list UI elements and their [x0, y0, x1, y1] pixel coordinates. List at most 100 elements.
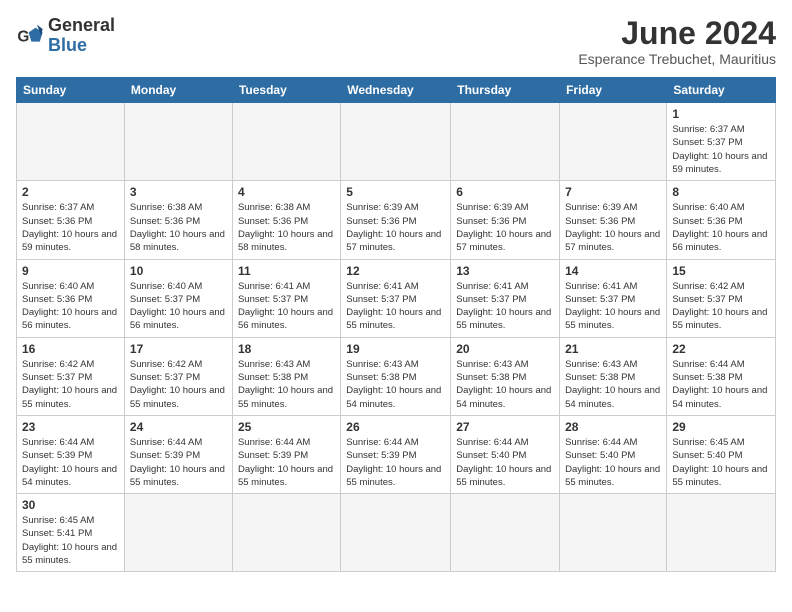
- svg-text:G: G: [17, 28, 29, 45]
- calendar-cell: 27 Sunrise: 6:44 AMSunset: 5:40 PMDayligh…: [451, 415, 560, 493]
- day-number: 29: [672, 420, 770, 434]
- calendar-cell: [560, 494, 667, 572]
- day-info: Sunrise: 6:43 AMSunset: 5:38 PMDaylight:…: [565, 358, 661, 411]
- day-number: 2: [22, 185, 119, 199]
- day-number: 26: [346, 420, 445, 434]
- day-info: Sunrise: 6:44 AMSunset: 5:40 PMDaylight:…: [456, 436, 554, 489]
- day-number: 16: [22, 342, 119, 356]
- calendar-cell: [232, 103, 340, 181]
- calendar-cell: 25 Sunrise: 6:44 AMSunset: 5:39 PMDayligh…: [232, 415, 340, 493]
- col-header-sunday: Sunday: [17, 78, 125, 103]
- calendar-cell: 15Sunrise: 6:42 AMSunset: 5:37 PMDayligh…: [667, 259, 776, 337]
- day-info: Sunrise: 6:44 AMSunset: 5:39 PMDaylight:…: [22, 436, 119, 489]
- day-number: 9: [22, 264, 119, 278]
- logo-icon: G: [16, 22, 44, 50]
- day-info: Sunrise: 6:44 AMSunset: 5:39 PMDaylight:…: [346, 436, 445, 489]
- calendar-cell: 28 Sunrise: 6:44 AMSunset: 5:40 PMDayligh…: [560, 415, 667, 493]
- calendar-cell: 16 Sunrise: 6:42 AMSunset: 5:37 PMDayligh…: [17, 337, 125, 415]
- calendar-cell: 14 Sunrise: 6:41 AMSunset: 5:37 PMDayligh…: [560, 259, 667, 337]
- day-info: Sunrise: 6:44 AMSunset: 5:38 PMDaylight:…: [672, 358, 770, 411]
- day-info: Sunrise: 6:37 AMSunset: 5:36 PMDaylight:…: [22, 201, 119, 254]
- day-info: Sunrise: 6:40 AMSunset: 5:36 PMDaylight:…: [672, 201, 770, 254]
- day-number: 18: [238, 342, 335, 356]
- col-header-wednesday: Wednesday: [341, 78, 451, 103]
- day-number: 19: [346, 342, 445, 356]
- calendar-cell: 19 Sunrise: 6:43 AMSunset: 5:38 PMDayligh…: [341, 337, 451, 415]
- calendar-cell: 12 Sunrise: 6:41 AMSunset: 5:37 PMDayligh…: [341, 259, 451, 337]
- day-number: 15: [672, 264, 770, 278]
- calendar-cell: 2 Sunrise: 6:37 AMSunset: 5:36 PMDaylight…: [17, 181, 125, 259]
- day-info: Sunrise: 6:41 AMSunset: 5:37 PMDaylight:…: [346, 280, 445, 333]
- day-info: Sunrise: 6:41 AMSunset: 5:37 PMDaylight:…: [565, 280, 661, 333]
- day-info: Sunrise: 6:44 AMSunset: 5:39 PMDaylight:…: [130, 436, 227, 489]
- calendar-cell: 9Sunrise: 6:40 AMSunset: 5:36 PMDaylight…: [17, 259, 125, 337]
- location-subtitle: Esperance Trebuchet, Mauritius: [578, 51, 776, 67]
- day-number: 1: [672, 107, 770, 121]
- day-info: Sunrise: 6:39 AMSunset: 5:36 PMDaylight:…: [456, 201, 554, 254]
- day-number: 22: [672, 342, 770, 356]
- day-number: 14: [565, 264, 661, 278]
- calendar-cell: [124, 103, 232, 181]
- day-number: 20: [456, 342, 554, 356]
- week-row-0: 1 Sunrise: 6:37 AMSunset: 5:37 PMDaylight…: [17, 103, 776, 181]
- col-header-friday: Friday: [560, 78, 667, 103]
- day-number: 7: [565, 185, 661, 199]
- week-row-2: 9Sunrise: 6:40 AMSunset: 5:36 PMDaylight…: [17, 259, 776, 337]
- day-info: Sunrise: 6:42 AMSunset: 5:37 PMDaylight:…: [130, 358, 227, 411]
- day-number: 23: [22, 420, 119, 434]
- calendar-cell: 18 Sunrise: 6:43 AMSunset: 5:38 PMDayligh…: [232, 337, 340, 415]
- day-number: 5: [346, 185, 445, 199]
- calendar-cell: [451, 103, 560, 181]
- col-header-tuesday: Tuesday: [232, 78, 340, 103]
- day-number: 27: [456, 420, 554, 434]
- calendar-cell: 10Sunrise: 6:40 AMSunset: 5:37 PMDayligh…: [124, 259, 232, 337]
- calendar-cell: [667, 494, 776, 572]
- day-number: 24: [130, 420, 227, 434]
- day-info: Sunrise: 6:38 AMSunset: 5:36 PMDaylight:…: [238, 201, 335, 254]
- col-header-saturday: Saturday: [667, 78, 776, 103]
- day-info: Sunrise: 6:43 AMSunset: 5:38 PMDaylight:…: [456, 358, 554, 411]
- calendar-cell: 4Sunrise: 6:38 AMSunset: 5:36 PMDaylight…: [232, 181, 340, 259]
- day-info: Sunrise: 6:44 AMSunset: 5:40 PMDaylight:…: [565, 436, 661, 489]
- day-number: 17: [130, 342, 227, 356]
- header-row: SundayMondayTuesdayWednesdayThursdayFrid…: [17, 78, 776, 103]
- calendar-cell: 23 Sunrise: 6:44 AMSunset: 5:39 PMDayligh…: [17, 415, 125, 493]
- day-number: 25: [238, 420, 335, 434]
- day-info: Sunrise: 6:40 AMSunset: 5:37 PMDaylight:…: [130, 280, 227, 333]
- calendar-cell: [232, 494, 340, 572]
- day-info: Sunrise: 6:37 AMSunset: 5:37 PMDaylight:…: [672, 123, 770, 176]
- logo-text: General Blue: [48, 16, 115, 56]
- calendar-cell: [17, 103, 125, 181]
- calendar-cell: 26 Sunrise: 6:44 AMSunset: 5:39 PMDayligh…: [341, 415, 451, 493]
- page-header: G General Blue June 2024 Esperance Trebu…: [16, 16, 776, 67]
- logo: G General Blue: [16, 16, 115, 56]
- calendar-cell: [341, 494, 451, 572]
- day-info: Sunrise: 6:44 AMSunset: 5:39 PMDaylight:…: [238, 436, 335, 489]
- day-number: 21: [565, 342, 661, 356]
- day-info: Sunrise: 6:42 AMSunset: 5:37 PMDaylight:…: [22, 358, 119, 411]
- day-info: Sunrise: 6:41 AMSunset: 5:37 PMDaylight:…: [456, 280, 554, 333]
- calendar-cell: 29Sunrise: 6:45 AMSunset: 5:40 PMDayligh…: [667, 415, 776, 493]
- week-row-3: 16 Sunrise: 6:42 AMSunset: 5:37 PMDayligh…: [17, 337, 776, 415]
- calendar-cell: 3 Sunrise: 6:38 AMSunset: 5:36 PMDaylight…: [124, 181, 232, 259]
- week-row-4: 23 Sunrise: 6:44 AMSunset: 5:39 PMDayligh…: [17, 415, 776, 493]
- calendar-cell: 22 Sunrise: 6:44 AMSunset: 5:38 PMDayligh…: [667, 337, 776, 415]
- day-number: 3: [130, 185, 227, 199]
- day-number: 28: [565, 420, 661, 434]
- day-info: Sunrise: 6:43 AMSunset: 5:38 PMDaylight:…: [238, 358, 335, 411]
- week-row-5: 30Sunrise: 6:45 AMSunset: 5:41 PMDayligh…: [17, 494, 776, 572]
- day-number: 12: [346, 264, 445, 278]
- calendar-cell: [124, 494, 232, 572]
- col-header-monday: Monday: [124, 78, 232, 103]
- day-number: 30: [22, 498, 119, 512]
- calendar-cell: [451, 494, 560, 572]
- day-number: 8: [672, 185, 770, 199]
- day-info: Sunrise: 6:38 AMSunset: 5:36 PMDaylight:…: [130, 201, 227, 254]
- calendar-table: SundayMondayTuesdayWednesdayThursdayFrid…: [16, 77, 776, 572]
- calendar-cell: 5Sunrise: 6:39 AMSunset: 5:36 PMDaylight…: [341, 181, 451, 259]
- day-info: Sunrise: 6:43 AMSunset: 5:38 PMDaylight:…: [346, 358, 445, 411]
- calendar-cell: 11Sunrise: 6:41 AMSunset: 5:37 PMDayligh…: [232, 259, 340, 337]
- calendar-cell: [560, 103, 667, 181]
- calendar-cell: 8 Sunrise: 6:40 AMSunset: 5:36 PMDaylight…: [667, 181, 776, 259]
- calendar-cell: 7Sunrise: 6:39 AMSunset: 5:36 PMDaylight…: [560, 181, 667, 259]
